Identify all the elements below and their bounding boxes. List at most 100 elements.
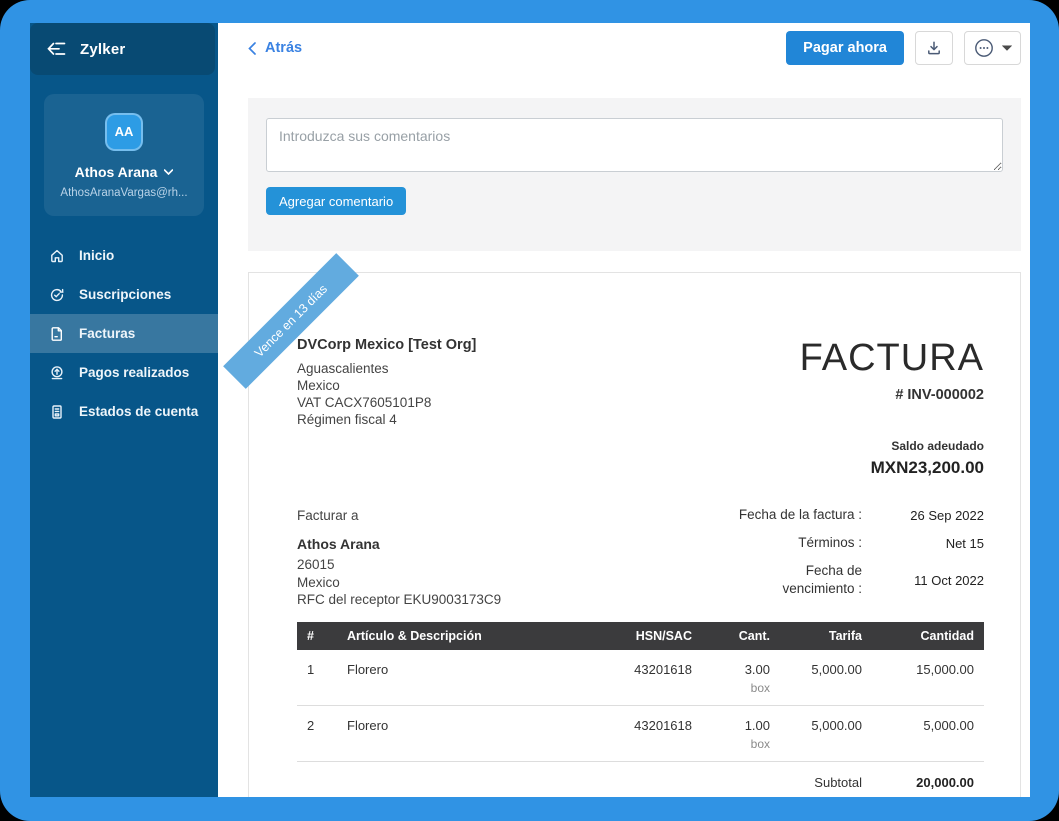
sidebar-nav: Inicio Suscripciones bbox=[30, 236, 218, 431]
back-button[interactable]: Atrás bbox=[248, 40, 302, 56]
cell-hsn: 43201618 bbox=[592, 650, 702, 706]
company-name: DVCorp Mexico [Test Org] bbox=[297, 337, 476, 353]
cell-rate: 5,000.00 bbox=[780, 650, 872, 706]
meta-label: Fecha de la factura : bbox=[730, 506, 862, 524]
add-comment-button[interactable]: Agregar comentario bbox=[266, 187, 406, 215]
sidebar-item-label: Inicio bbox=[79, 248, 114, 263]
subtotal-label: Subtotal bbox=[814, 775, 862, 790]
cell-number: 2 bbox=[297, 705, 337, 761]
statements-icon bbox=[48, 404, 65, 420]
avatar: AA bbox=[105, 113, 143, 151]
table-row: 2 Florero 43201618 1.00 box 5,000.00 5,0… bbox=[297, 705, 984, 761]
company-fiscal-regime: Régimen fiscal 4 bbox=[297, 411, 476, 428]
header-amount: Cantidad bbox=[872, 622, 984, 650]
subtotal-value: 20,000.00 bbox=[862, 775, 974, 790]
header-hsn: HSN/SAC bbox=[592, 622, 702, 650]
download-icon bbox=[926, 40, 942, 56]
table-header-row: # Artículo & Descripción HSN/SAC Cant. T… bbox=[297, 622, 984, 650]
cell-item: Florero bbox=[337, 650, 592, 706]
billing-section: Facturar a Athos Arana 26015 Mexico RFC … bbox=[297, 508, 984, 609]
balance-due-label: Saldo adeudado bbox=[800, 439, 984, 453]
qty-unit: box bbox=[712, 681, 770, 695]
cell-qty: 1.00 box bbox=[702, 705, 780, 761]
company-vat: VAT CACX7605101P8 bbox=[297, 394, 476, 411]
topbar: Atrás Pagar ahora bbox=[248, 23, 1021, 65]
cell-amount: 5,000.00 bbox=[872, 705, 984, 761]
back-label: Atrás bbox=[265, 40, 302, 56]
sidebar-item-label: Estados de cuenta bbox=[79, 404, 198, 419]
invoice-title-block: FACTURA # INV-000002 Saldo adeudado MXN2… bbox=[800, 337, 984, 478]
chevron-left-icon bbox=[248, 42, 256, 55]
sidebar-item-label: Pagos realizados bbox=[79, 365, 189, 380]
customer-portal: Zylker AA Athos Arana AthosAranaVargas@r… bbox=[30, 23, 1030, 797]
invoice-card: Vence en 13 días DVCorp Mexico [Test Org… bbox=[248, 272, 1021, 797]
bill-to-block: Facturar a Athos Arana 26015 Mexico RFC … bbox=[297, 508, 501, 609]
cell-item: Florero bbox=[337, 705, 592, 761]
main-content: Atrás Pagar ahora bbox=[218, 23, 1030, 797]
topbar-actions: Pagar ahora bbox=[786, 31, 1021, 65]
cell-qty: 3.00 box bbox=[702, 650, 780, 706]
invoice-title: FACTURA bbox=[800, 337, 984, 379]
sidebar-item-label: Facturas bbox=[79, 326, 135, 341]
ellipsis-circle-icon bbox=[974, 38, 994, 58]
subtotal-row: Subtotal 20,000.00 bbox=[297, 762, 984, 798]
brand-name: Zylker bbox=[80, 41, 125, 58]
customer-name: Athos Arana bbox=[297, 536, 501, 552]
sidebar-item-inicio[interactable]: Inicio bbox=[30, 236, 218, 275]
invoice-header: DVCorp Mexico [Test Org] Aguascalientes … bbox=[297, 337, 984, 478]
home-icon bbox=[48, 248, 65, 264]
header-item: Artículo & Descripción bbox=[337, 622, 592, 650]
more-actions-button[interactable] bbox=[964, 31, 1021, 65]
qty-value: 1.00 bbox=[712, 718, 770, 733]
sidebar-item-pagos-realizados[interactable]: Pagos realizados bbox=[30, 353, 218, 392]
user-email: AthosAranaVargas@rh... bbox=[54, 187, 194, 199]
line-items-table: # Artículo & Descripción HSN/SAC Cant. T… bbox=[297, 622, 984, 762]
comment-panel: Agregar comentario bbox=[248, 98, 1021, 251]
due-date-row: Fecha de vencimiento : 11 Oct 2022 bbox=[730, 562, 984, 598]
app-window: Zylker AA Athos Arana AthosAranaVargas@r… bbox=[0, 0, 1059, 821]
meta-label: Términos : bbox=[730, 534, 862, 552]
company-address-line: Mexico bbox=[297, 377, 476, 394]
terms-row: Términos : Net 15 bbox=[730, 534, 984, 552]
cell-number: 1 bbox=[297, 650, 337, 706]
meta-value: 26 Sep 2022 bbox=[862, 508, 984, 523]
sidebar-item-estados-de-cuenta[interactable]: Estados de cuenta bbox=[30, 392, 218, 431]
caret-down-icon bbox=[1002, 45, 1012, 51]
meta-value: 11 Oct 2022 bbox=[862, 573, 984, 588]
download-button[interactable] bbox=[915, 31, 953, 65]
user-card: AA Athos Arana AthosAranaVargas@rh... bbox=[44, 94, 204, 216]
user-name: Athos Arana bbox=[75, 164, 158, 180]
qty-value: 3.00 bbox=[712, 662, 770, 677]
header-qty: Cant. bbox=[702, 622, 780, 650]
collapse-menu-icon[interactable] bbox=[47, 41, 66, 57]
subscriptions-icon bbox=[48, 287, 65, 303]
meta-value: Net 15 bbox=[862, 536, 984, 551]
cell-rate: 5,000.00 bbox=[780, 705, 872, 761]
invoice-meta: Fecha de la factura : 26 Sep 2022 Términ… bbox=[730, 506, 984, 609]
comment-input[interactable] bbox=[266, 118, 1003, 172]
invoice-date-row: Fecha de la factura : 26 Sep 2022 bbox=[730, 506, 984, 524]
customer-rfc: RFC del receptor EKU9003173C9 bbox=[297, 591, 501, 609]
header-number: # bbox=[297, 622, 337, 650]
user-menu-toggle[interactable]: Athos Arana bbox=[54, 164, 194, 180]
qty-unit: box bbox=[712, 737, 770, 751]
customer-address-line: Mexico bbox=[297, 574, 501, 592]
company-block: DVCorp Mexico [Test Org] Aguascalientes … bbox=[297, 337, 476, 478]
cell-hsn: 43201618 bbox=[592, 705, 702, 761]
sidebar-item-facturas[interactable]: Facturas bbox=[30, 314, 218, 353]
header-rate: Tarifa bbox=[780, 622, 872, 650]
sidebar: Zylker AA Athos Arana AthosAranaVargas@r… bbox=[30, 23, 218, 797]
customer-address-line: 26015 bbox=[297, 556, 501, 574]
caret-down-icon bbox=[164, 169, 173, 175]
table-row: 1 Florero 43201618 3.00 box 5,000.00 15,… bbox=[297, 650, 984, 706]
sidebar-item-suscripciones[interactable]: Suscripciones bbox=[30, 275, 218, 314]
sidebar-item-label: Suscripciones bbox=[79, 287, 171, 302]
company-address-line: Aguascalientes bbox=[297, 360, 476, 377]
pay-now-button[interactable]: Pagar ahora bbox=[786, 31, 904, 65]
invoices-icon bbox=[48, 326, 65, 342]
payments-icon bbox=[48, 365, 65, 381]
invoice-number: # INV-000002 bbox=[800, 387, 984, 403]
cell-amount: 15,000.00 bbox=[872, 650, 984, 706]
balance-due-amount: MXN23,200.00 bbox=[800, 458, 984, 478]
bill-to-label: Facturar a bbox=[297, 508, 501, 523]
